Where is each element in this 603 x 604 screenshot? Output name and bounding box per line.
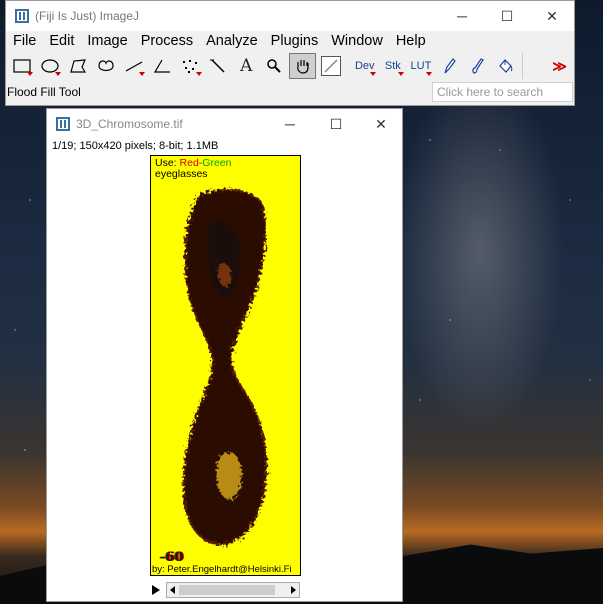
tool-bar: A Dev Stk LUT ≫ — [6, 51, 574, 81]
search-input[interactable]: Click here to search — [432, 82, 573, 102]
status-text: Flood Fill Tool — [7, 85, 81, 99]
angle-tool[interactable] — [148, 53, 175, 79]
angle-icon — [153, 59, 171, 73]
menu-file[interactable]: File — [13, 33, 36, 49]
lut-menu[interactable]: LUT — [407, 53, 434, 79]
play-icon[interactable] — [152, 585, 160, 595]
status-row: Flood Fill Tool Click here to search — [6, 81, 574, 103]
magnifier-tool[interactable] — [261, 53, 288, 79]
close-button[interactable]: ✕ — [529, 1, 575, 31]
oval-tool[interactable] — [36, 53, 63, 79]
chromosome-image — [182, 188, 268, 546]
imagej-main-window: (Fiji Is Just) ImageJ ─ ☐ ✕ File Edit Im… — [5, 0, 575, 106]
image-window: 3D_Chromosome.tif ─ ☐ ✕ 1/19; 150x420 pi… — [46, 108, 403, 602]
freehand-icon — [98, 60, 114, 72]
more-tools-label: ≫ — [552, 57, 567, 74]
lut-label: LUT — [410, 60, 432, 72]
image-titlebar[interactable]: 3D_Chromosome.tif ─ ☐ ✕ — [47, 109, 402, 139]
menu-process[interactable]: Process — [141, 33, 193, 49]
bucket-icon — [499, 59, 513, 73]
dev-label: Dev — [354, 60, 375, 72]
canvas-credit: by: Peter.Engelhardt@Helsinki.Fi — [152, 564, 292, 575]
polygon-icon — [69, 59, 86, 73]
menu-image[interactable]: Image — [87, 33, 127, 49]
main-window-title: (Fiji Is Just) ImageJ — [35, 9, 140, 23]
hand-tool[interactable] — [288, 53, 317, 79]
image-maximize-button[interactable]: ☐ — [313, 109, 359, 139]
scroll-right-icon[interactable] — [291, 586, 296, 594]
pencil-icon — [444, 58, 456, 74]
text-icon: A — [240, 56, 253, 76]
flood-fill-tool[interactable] — [492, 53, 519, 79]
image-window-title: 3D_Chromosome.tif — [76, 117, 183, 131]
rectangle-tool[interactable] — [8, 53, 35, 79]
stk-label: Stk — [384, 60, 401, 72]
text-tool[interactable]: A — [233, 53, 260, 79]
stack-slider[interactable] — [152, 582, 300, 598]
more-tools[interactable]: ≫ — [546, 53, 573, 79]
hand-icon — [296, 60, 309, 74]
slider-track[interactable] — [166, 582, 300, 598]
line-tool[interactable] — [120, 53, 147, 79]
slider-thumb[interactable] — [179, 585, 275, 595]
pencil-tool[interactable] — [435, 53, 462, 79]
menu-plugins[interactable]: Plugins — [271, 33, 319, 49]
brush-icon — [472, 58, 484, 74]
scroll-left-icon[interactable] — [170, 586, 175, 594]
menu-window[interactable]: Window — [331, 33, 383, 49]
menu-bar: File Edit Image Process Analyze Plugins … — [6, 31, 574, 51]
image-info: 1/19; 150x420 pixels; 8-bit; 1.1MB — [52, 140, 219, 152]
menu-edit[interactable]: Edit — [49, 33, 74, 49]
canvas-eyeglasses-label: eyeglasses — [155, 168, 208, 180]
image-close-button[interactable]: ✕ — [358, 109, 404, 139]
brush-tool[interactable] — [464, 53, 491, 79]
polygon-tool[interactable] — [64, 53, 91, 79]
image-minimize-button[interactable]: ─ — [267, 109, 313, 139]
dropper-icon — [324, 59, 338, 73]
fiji-app-icon — [15, 9, 29, 23]
menu-help[interactable]: Help — [396, 33, 426, 49]
color-picker-tool[interactable] — [317, 53, 344, 79]
main-titlebar[interactable]: (Fiji Is Just) ImageJ ─ ☐ ✕ — [6, 1, 574, 31]
magnifier-icon — [267, 59, 282, 73]
wand-icon — [210, 59, 225, 73]
point-tool[interactable] — [177, 53, 204, 79]
fiji-app-icon — [56, 117, 70, 131]
maximize-button[interactable]: ☐ — [484, 1, 530, 31]
freehand-tool[interactable] — [92, 53, 119, 79]
toolbar-separator — [521, 53, 545, 79]
stk-menu[interactable]: Stk — [379, 53, 406, 79]
wand-tool[interactable] — [205, 53, 232, 79]
canvas-angle-number: -60 — [160, 550, 184, 565]
image-canvas[interactable]: Use: Red-Green eyeglasses -60 by: Peter.… — [150, 155, 301, 576]
dev-menu[interactable]: Dev — [351, 53, 378, 79]
menu-analyze[interactable]: Analyze — [206, 33, 258, 49]
minimize-button[interactable]: ─ — [439, 1, 485, 31]
